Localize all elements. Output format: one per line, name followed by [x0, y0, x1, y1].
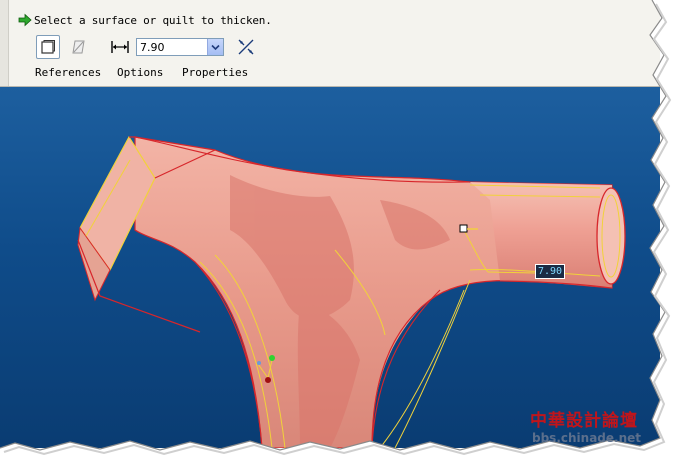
watermark-url: bbs.chinade.net [532, 431, 641, 445]
site-watermark: 中華設計論壇 bbs.chinade.net [522, 404, 672, 450]
watermark-chinese-text: 中華設計論壇 [530, 411, 638, 431]
torn-edge-frame [0, 0, 681, 463]
